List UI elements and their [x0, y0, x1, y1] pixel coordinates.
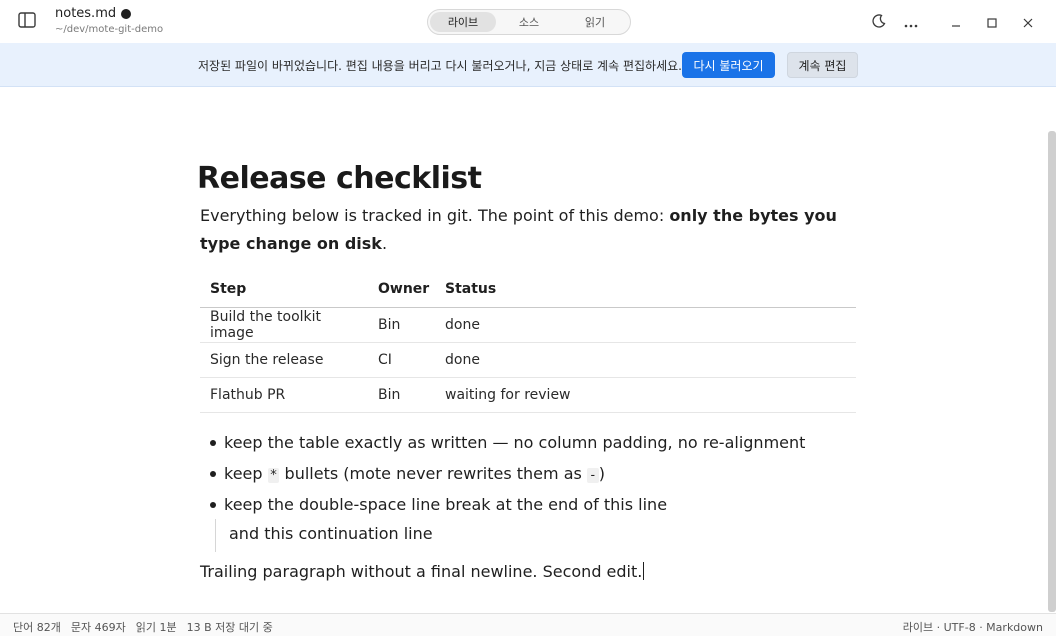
view-mode-switch: 라이브 소스 읽기 — [427, 9, 631, 35]
column-header: Status — [435, 272, 856, 308]
table-cell: done — [435, 342, 856, 378]
table-row: Build the toolkit image Bin done — [200, 307, 856, 343]
minimize-button[interactable] — [946, 12, 966, 32]
table-row: Flathub PR Bin waiting for review — [200, 377, 856, 413]
column-header: Owner — [368, 272, 435, 308]
file-info: notes.md ~/dev/mote-git-demo — [55, 6, 163, 35]
table-row: Sign the release CI done — [200, 342, 856, 378]
file-path: ~/dev/mote-git-demo — [55, 24, 164, 35]
read-time: 읽기 1분 — [135, 621, 177, 634]
app-window: notes.md ~/dev/mote-git-demo 라이브 소스 읽기 저… — [0, 0, 1056, 636]
inline-code: - — [586, 468, 599, 483]
trailing-paragraph: Trailing paragraph without a final newli… — [200, 562, 645, 581]
table-cell: CI — [368, 342, 435, 378]
document-heading: Release checklist — [197, 161, 482, 196]
more-icon — [904, 13, 918, 32]
editor-area[interactable]: Release checklist Everything below is tr… — [0, 88, 1048, 612]
status-bar: 단어 82개 문자 469자 읽기 1분 13 B 저장 대기 중 라이브 · … — [0, 613, 1056, 636]
header-bar: notes.md ~/dev/mote-git-demo 라이브 소스 읽기 — [0, 0, 1056, 43]
tab-live[interactable]: 라이브 — [430, 12, 496, 32]
continuation-line: and this continuation line — [215, 519, 433, 552]
text-cursor — [643, 562, 645, 580]
file-changed-banner: 저장된 파일이 바뀌었습니다. 편집 내용을 버리고 다시 불러오거나, 지금 … — [0, 43, 1056, 87]
close-icon — [1023, 13, 1033, 32]
list-item: keep * bullets (mote never rewrites them… — [210, 460, 805, 491]
table-header-row: Step Owner Status — [200, 272, 856, 308]
word-count: 단어 82개 — [13, 621, 61, 634]
table-cell: waiting for review — [435, 377, 856, 413]
maximize-button[interactable] — [982, 12, 1002, 32]
maximize-icon — [987, 13, 997, 32]
column-header: Step — [200, 272, 368, 308]
tab-read[interactable]: 읽기 — [562, 12, 628, 32]
sidebar-icon — [18, 12, 36, 32]
markdown-table: Step Owner Status Build the toolkit imag… — [200, 272, 856, 413]
tab-source[interactable]: 소스 — [496, 12, 562, 32]
reload-button[interactable]: 다시 불러오기 — [682, 52, 775, 78]
sidebar-toggle-button[interactable] — [13, 10, 41, 34]
scrollbar[interactable] — [1048, 131, 1056, 612]
more-menu-button[interactable] — [900, 12, 922, 32]
table-cell: done — [435, 307, 856, 343]
table-cell: Bin — [368, 307, 435, 343]
save-state: 13 B 저장 대기 중 — [186, 621, 273, 634]
table-cell: Sign the release — [200, 342, 368, 378]
keep-editing-button[interactable]: 계속 편집 — [787, 52, 858, 78]
banner-message: 저장된 파일이 바뀌었습니다. 편집 내용을 버리고 다시 불러오거나, 지금 … — [198, 59, 682, 73]
close-button[interactable] — [1018, 12, 1038, 32]
table-cell: Flathub PR — [200, 377, 368, 413]
theme-toggle-button[interactable] — [868, 12, 890, 32]
char-count: 문자 469자 — [70, 621, 126, 634]
intro-paragraph: Everything below is tracked in git. The … — [200, 206, 837, 253]
file-name: notes.md — [55, 6, 117, 21]
status-mode-encoding: 라이브 · UTF-8 · Markdown — [902, 621, 1043, 634]
unsaved-indicator-icon — [121, 8, 132, 19]
bullet-list: keep the table exactly as written — no c… — [210, 429, 805, 522]
table-cell: Bin — [368, 377, 435, 413]
moon-icon — [872, 13, 886, 32]
inline-code: * — [267, 468, 280, 483]
list-item: keep the table exactly as written — no c… — [210, 429, 805, 460]
table-cell: Build the toolkit image — [200, 307, 368, 343]
list-item: keep the double-space line break at the … — [210, 491, 805, 522]
minimize-icon — [951, 13, 961, 32]
